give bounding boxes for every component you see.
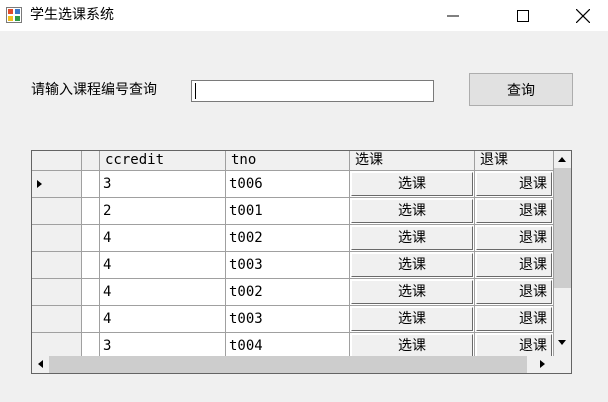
ccredit-cell[interactable]: 4 <box>100 252 226 279</box>
horizontal-scroll-thumb[interactable] <box>49 356 527 373</box>
grid-corner-header <box>32 151 82 171</box>
select-course-button[interactable]: 选课 <box>351 226 473 250</box>
ccredit-cell[interactable]: 2 <box>100 198 226 225</box>
scroll-right-icon[interactable] <box>540 360 545 368</box>
drop-cell: 退课 <box>475 198 554 225</box>
select-course-button[interactable]: 选课 <box>351 334 473 358</box>
tno-cell[interactable]: t002 <box>226 225 350 252</box>
header-ccredit[interactable]: ccredit <box>100 151 226 171</box>
tno-cell[interactable]: t003 <box>226 306 350 333</box>
row-header[interactable] <box>32 279 82 306</box>
scroll-down-icon[interactable] <box>558 340 566 345</box>
drop-course-button[interactable]: 退课 <box>476 280 552 304</box>
minimize-icon <box>447 15 459 16</box>
window-title: 学生选课系统 <box>30 7 114 23</box>
select-course-button[interactable]: 选课 <box>351 280 473 304</box>
close-button[interactable] <box>560 0 606 31</box>
maximize-icon <box>517 9 529 22</box>
select-cell: 选课 <box>350 225 475 252</box>
query-button[interactable]: 查询 <box>469 73 573 106</box>
blank-cell[interactable] <box>82 252 100 279</box>
ccredit-cell[interactable]: 4 <box>100 306 226 333</box>
drop-cell: 退课 <box>475 279 554 306</box>
ccredit-cell[interactable]: 4 <box>100 279 226 306</box>
blank-cell[interactable] <box>82 306 100 333</box>
blank-cell[interactable] <box>82 225 100 252</box>
text-caret <box>195 83 196 99</box>
course-id-input[interactable] <box>191 80 434 102</box>
horizontal-scrollbar[interactable] <box>32 356 554 373</box>
scroll-left-icon[interactable] <box>38 360 43 368</box>
close-icon <box>576 8 590 23</box>
tno-cell[interactable]: t002 <box>226 279 350 306</box>
drop-cell: 退课 <box>475 225 554 252</box>
app-window-icon <box>6 7 22 23</box>
header-select[interactable]: 选课 <box>350 151 475 171</box>
blank-cell[interactable] <box>82 171 100 198</box>
current-row-arrow-icon <box>37 180 42 188</box>
drop-course-button[interactable]: 退课 <box>476 307 552 331</box>
vertical-scrollbar[interactable] <box>554 151 571 356</box>
row-header[interactable] <box>32 252 82 279</box>
title-bar: 学生选课系统 <box>0 0 608 31</box>
maximize-button[interactable] <box>500 0 546 31</box>
drop-cell: 退课 <box>475 252 554 279</box>
blank-cell[interactable] <box>82 279 100 306</box>
select-course-button[interactable]: 选课 <box>351 253 473 277</box>
select-cell: 选课 <box>350 171 475 198</box>
drop-cell: 退课 <box>475 306 554 333</box>
header-drop[interactable]: 退课 <box>475 151 554 171</box>
ccredit-cell[interactable]: 4 <box>100 225 226 252</box>
select-cell: 选课 <box>350 252 475 279</box>
select-course-button[interactable]: 选课 <box>351 172 473 196</box>
select-course-button[interactable]: 选课 <box>351 307 473 331</box>
scroll-up-icon[interactable] <box>558 157 566 162</box>
blank-cell[interactable] <box>82 198 100 225</box>
drop-course-button[interactable]: 退课 <box>476 199 552 223</box>
tno-cell[interactable]: t001 <box>226 198 350 225</box>
tno-cell[interactable]: t006 <box>226 171 350 198</box>
select-course-button[interactable]: 选课 <box>351 199 473 223</box>
drop-course-button[interactable]: 退课 <box>476 226 552 250</box>
drop-cell: 退课 <box>475 171 554 198</box>
row-header[interactable] <box>32 225 82 252</box>
search-label: 请输入课程编号查询 <box>31 82 157 98</box>
scrollbar-corner <box>554 356 571 373</box>
drop-course-button[interactable]: 退课 <box>476 334 552 358</box>
drop-course-button[interactable]: 退课 <box>476 253 552 277</box>
row-header[interactable] <box>32 198 82 225</box>
select-cell: 选课 <box>350 198 475 225</box>
row-header[interactable] <box>32 306 82 333</box>
header-tno[interactable]: tno <box>226 151 350 171</box>
course-grid[interactable]: ccredit tno 选课 退课 3 t006 选课 退课 2 t001 选课 退课 4 t00… <box>31 150 572 374</box>
ccredit-cell[interactable]: 3 <box>100 171 226 198</box>
select-cell: 选课 <box>350 279 475 306</box>
vertical-scroll-thumb[interactable] <box>554 168 571 288</box>
select-cell: 选课 <box>350 306 475 333</box>
drop-course-button[interactable]: 退课 <box>476 172 552 196</box>
tno-cell[interactable]: t003 <box>226 252 350 279</box>
header-blank-column <box>82 151 100 171</box>
row-header[interactable] <box>32 171 82 198</box>
minimize-button[interactable] <box>430 0 476 31</box>
